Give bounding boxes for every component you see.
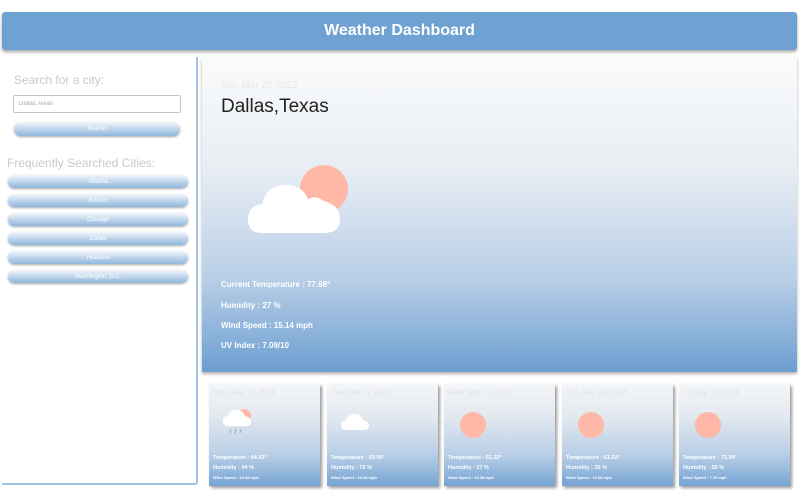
forecast-humidity: Humidity : 27 % (448, 465, 489, 471)
forecast-humidity: Humidity : 35 % (566, 465, 607, 471)
sun-icon (578, 412, 604, 438)
city-button-houston[interactable]: Houston (8, 251, 188, 264)
current-humidity: Humidity : 27 % (221, 301, 281, 310)
forecast-card: Thu Mar 24 2022 Temperature : 61.02° Hum… (562, 384, 673, 486)
city-button-boston[interactable]: Boston (8, 194, 188, 207)
forecast-date: Wed Mar 23 2022 (448, 388, 512, 397)
sun-icon (460, 412, 486, 438)
forecast-wind: Wind Speed : 10.08 mph (566, 475, 612, 480)
frequent-cities-label: Frequently Searched Cities: (7, 156, 156, 170)
city-button-chicago[interactable]: Chicago (8, 213, 188, 226)
current-wind-speed: Wind Speed : 15.14 mph (221, 321, 313, 330)
forecast-temperature: Temperature : 61.02° (566, 455, 620, 461)
cloud-icon (341, 414, 369, 430)
forecast-date: Tue Mar 22 2022 (331, 388, 392, 397)
forecast-temperature: Temperature : 71.94° (683, 455, 737, 461)
forecast-temperature: Temperature : 60.06° (331, 455, 385, 461)
app-header: Weather Dashboard (2, 12, 797, 50)
city-button-washington[interactable]: Washington, D.C. (8, 270, 188, 283)
sidebar: Search for a city: Search Frequently Sea… (2, 57, 198, 485)
forecast-humidity: Humidity : 25 % (683, 465, 724, 471)
sun-icon (695, 412, 721, 438)
forecast-date: Mon Mar 21 2022 (213, 388, 276, 397)
forecast-card: Fri Mar 25 2022 Temperature : 71.94° Hum… (679, 384, 790, 486)
forecast-card: Wed Mar 23 2022 Temperature : 61.32° Hum… (444, 384, 555, 486)
city-button-dallas[interactable]: Dallas (8, 232, 188, 245)
forecast-humidity: Humidity : 94 % (213, 465, 254, 471)
rain-cloud-icon (223, 409, 251, 435)
current-temperature: Current Temperature : 77.68° (221, 280, 331, 289)
forecast-temperature: Temperature : 61.32° (448, 455, 502, 461)
current-city-name: Dallas,Texas (221, 96, 329, 117)
forecast-wind: Wind Speed : 23.08 mph (213, 475, 259, 480)
current-uv-index: UV Index : 7.09/10 (221, 341, 290, 350)
search-button[interactable]: Search (14, 122, 180, 136)
forecast-wind: Wind Speed : 16.68 mph (331, 475, 377, 480)
current-weather-card: Sun Mar 20 2022 Dallas,Texas Current Tem… (202, 57, 797, 372)
forecast-date: Thu Mar 24 2022 (566, 388, 627, 397)
forecast-temperature: Temperature : 64.42° (213, 455, 267, 461)
forecast-card: Tue Mar 22 2022 Temperature : 60.06° Hum… (327, 384, 438, 486)
page-title: Weather Dashboard (324, 22, 475, 39)
search-label: Search for a city: (14, 73, 105, 87)
forecast-date: Fri Mar 25 2022 (683, 388, 740, 397)
city-search-input[interactable] (13, 95, 181, 113)
partly-cloudy-icon (248, 165, 348, 233)
forecast-card: Mon Mar 21 2022 Temperature : 64.42° Hum… (209, 384, 320, 486)
current-date: Sun Mar 20 2022 (221, 80, 298, 91)
city-button-atlanta[interactable]: Atlanta (8, 175, 188, 188)
frequent-cities-list: Atlanta Boston Chicago Dallas Houston Wa… (8, 175, 188, 289)
forecast-wind: Wind Speed : 13.38 mph (448, 475, 494, 480)
forecast-humidity: Humidity : 72 % (331, 465, 372, 471)
forecast-wind: Wind Speed : 7.76 mph (683, 475, 727, 480)
